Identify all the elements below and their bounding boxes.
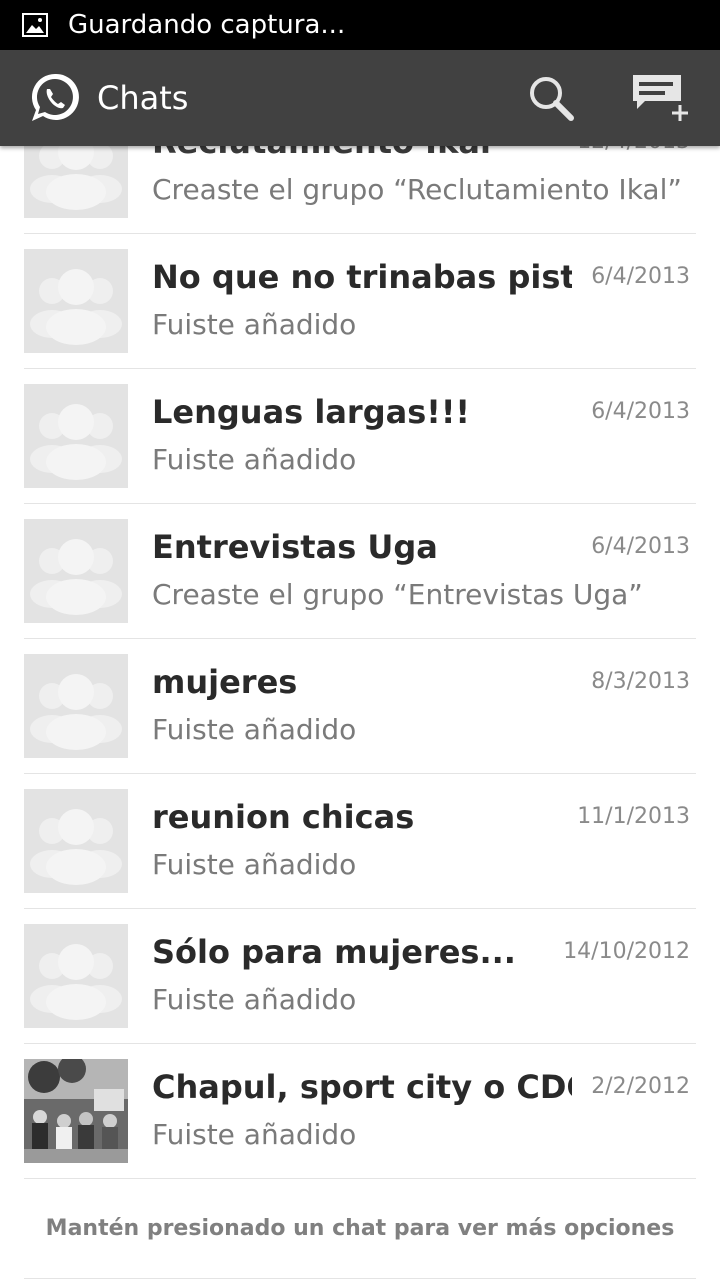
long-press-hint: Mantén presionado un chat para ver más o… xyxy=(24,1179,696,1279)
chat-name: Sólo para mujeres... xyxy=(152,933,516,971)
group-avatar-icon xyxy=(30,674,122,750)
search-button[interactable] xyxy=(518,65,584,131)
chat-last-message: Fuiste añadido xyxy=(152,308,357,341)
group-avatar[interactable] xyxy=(24,384,128,488)
chat-name: mujeres xyxy=(152,663,298,701)
search-icon xyxy=(530,77,574,121)
chat-date: 11/1/2013 xyxy=(577,804,690,829)
photo-avatar[interactable] xyxy=(24,1059,128,1163)
status-bar: Guardando captura... xyxy=(0,0,720,50)
chat-row[interactable]: Chapul, sport city o CDC? 2/2/2012 Fuist… xyxy=(24,1044,696,1179)
page-title: Chats xyxy=(97,79,189,117)
chat-last-message: Fuiste añadido xyxy=(152,443,357,476)
group-avatar[interactable] xyxy=(24,654,128,758)
group-avatar-icon xyxy=(30,404,122,480)
chat-row[interactable]: Sólo para mujeres... 14/10/2012 Fuiste a… xyxy=(24,909,696,1044)
chat-date: 14/10/2012 xyxy=(563,939,690,964)
chat-last-message: Fuiste añadido xyxy=(152,848,357,881)
group-avatar-icon xyxy=(30,269,122,345)
new-chat-button[interactable] xyxy=(628,65,694,131)
chat-date: 6/4/2013 xyxy=(591,534,690,559)
chat-last-message: Creaste el grupo “Entrevistas Uga” xyxy=(152,578,643,611)
chat-row[interactable]: mujeres 8/3/2013 Fuiste añadido xyxy=(24,639,696,774)
chat-last-message: Fuiste añadido xyxy=(152,983,357,1016)
new-chat-icon xyxy=(633,75,688,121)
chat-date: 6/4/2013 xyxy=(591,399,690,424)
group-avatar[interactable] xyxy=(24,789,128,893)
chat-last-message: Fuiste añadido xyxy=(152,713,357,746)
chat-name: Chapul, sport city o CDC? xyxy=(152,1068,572,1106)
chat-date: 2/2/2012 xyxy=(591,1074,690,1099)
chat-name: Lenguas largas!!! xyxy=(152,393,471,431)
group-avatar-icon xyxy=(30,944,122,1020)
chat-row[interactable]: No que no trinabas pistol 6/4/2013 Fuist… xyxy=(24,234,696,369)
chat-name: reunion chicas xyxy=(152,798,415,836)
whatsapp-logo-icon[interactable] xyxy=(27,70,83,126)
chat-date: 6/4/2013 xyxy=(591,264,690,289)
chat-name: Entrevistas Uga xyxy=(152,528,438,566)
chat-date: 8/3/2013 xyxy=(591,669,690,694)
action-bar: Chats xyxy=(0,50,720,146)
group-avatar[interactable] xyxy=(24,249,128,353)
group-avatar-icon xyxy=(30,539,122,615)
chat-row[interactable]: reunion chicas 11/1/2013 Fuiste añadido xyxy=(24,774,696,909)
chat-last-message: Creaste el grupo “Reclutamiento Ikal” xyxy=(152,173,682,206)
chat-last-message: Fuiste añadido xyxy=(152,1118,357,1151)
group-avatar-icon xyxy=(30,809,122,885)
group-avatar[interactable] xyxy=(24,924,128,1028)
chat-name: No que no trinabas pistol xyxy=(152,258,572,296)
image-icon xyxy=(22,13,48,37)
chat-row[interactable]: Lenguas largas!!! 6/4/2013 Fuiste añadid… xyxy=(24,369,696,504)
status-text: Guardando captura... xyxy=(68,10,346,40)
chat-list[interactable]: Reclutamiento Ikal 12/4/2013 Creaste el … xyxy=(0,99,720,1280)
group-avatar[interactable] xyxy=(24,519,128,623)
photo-avatar-image xyxy=(24,1059,128,1163)
chat-row[interactable]: Entrevistas Uga 6/4/2013 Creaste el grup… xyxy=(24,504,696,639)
